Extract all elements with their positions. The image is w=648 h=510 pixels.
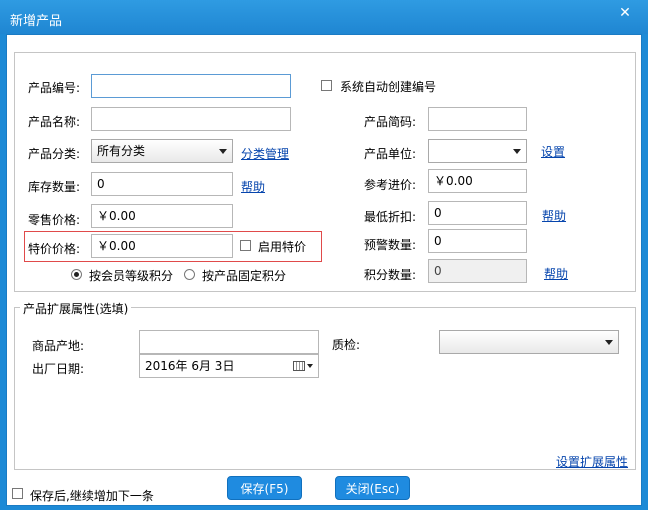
min-discount-label: 最低折扣:	[364, 210, 417, 224]
extended-group-title: 产品扩展属性(选填)	[20, 300, 132, 317]
special-enable-label: 启用特价	[258, 240, 307, 254]
chevron-down-icon[interactable]	[307, 364, 313, 368]
unit-settings-link[interactable]: 设置	[541, 143, 565, 160]
ref-price-input[interactable]: ￥0.00	[428, 169, 527, 193]
window-title: 新增产品	[10, 14, 63, 29]
qc-label: 质检:	[332, 338, 361, 352]
special-price-input[interactable]: ￥0.00	[91, 234, 233, 258]
stock-input[interactable]: 0	[91, 172, 233, 196]
retail-label: 零售价格:	[28, 213, 81, 227]
calendar-icon[interactable]	[293, 361, 305, 371]
name-label: 产品名称:	[28, 115, 81, 129]
special-enable-checkbox[interactable]	[240, 240, 251, 251]
radio-fixed-points[interactable]	[184, 269, 195, 280]
code-input[interactable]	[91, 74, 291, 98]
short-code-label: 产品简码:	[364, 115, 417, 129]
origin-input[interactable]	[139, 330, 319, 354]
qc-select[interactable]	[439, 330, 619, 354]
stock-help-link[interactable]: 帮助	[241, 178, 265, 195]
code-label: 产品编号:	[28, 81, 81, 95]
alert-qty-label: 预警数量:	[364, 238, 417, 252]
points-input[interactable]: 0	[428, 259, 527, 283]
category-label: 产品分类:	[28, 147, 81, 161]
title-bar: 新增产品 ✕	[0, 0, 648, 34]
category-manage-link[interactable]: 分类管理	[241, 145, 289, 162]
special-price-label: 特价价格:	[28, 242, 81, 256]
stock-label: 库存数量:	[28, 180, 81, 194]
origin-label: 商品产地:	[32, 339, 85, 353]
auto-code-label: 系统自动创建编号	[340, 80, 437, 94]
ref-price-label: 参考进价:	[364, 178, 417, 192]
chevron-down-icon	[605, 340, 613, 345]
name-input[interactable]	[91, 107, 291, 131]
chevron-down-icon	[513, 149, 521, 154]
auto-code-checkbox[interactable]	[321, 80, 332, 91]
chevron-down-icon	[219, 149, 227, 154]
date-picker[interactable]: 2016年 6月 3日	[139, 354, 319, 378]
date-label: 出厂日期:	[32, 362, 85, 376]
radio-member-points-label: 按会员等级积分	[89, 269, 174, 283]
dialog-body: 产品编号: 系统自动创建编号 产品名称: 产品简码: 产品分类: 所有分类 分类…	[6, 34, 642, 506]
radio-member-points[interactable]	[71, 269, 82, 280]
save-button[interactable]: 保存(F5)	[227, 476, 302, 500]
date-value: 2016年 6月 3日	[145, 359, 235, 373]
radio-fixed-points-label: 按产品固定积分	[202, 269, 287, 283]
close-icon[interactable]: ✕	[607, 2, 643, 24]
continue-label: 保存后,继续增加下一条	[30, 489, 154, 503]
close-button[interactable]: 关闭(Esc)	[335, 476, 410, 500]
short-code-input[interactable]	[428, 107, 527, 131]
category-select-value: 所有分类	[97, 144, 146, 158]
category-select[interactable]: 所有分类	[91, 139, 233, 163]
min-discount-input[interactable]: 0	[428, 201, 527, 225]
unit-select[interactable]	[428, 139, 527, 163]
unit-label: 产品单位:	[364, 147, 417, 161]
alert-qty-input[interactable]: 0	[428, 229, 527, 253]
points-label: 积分数量:	[364, 268, 417, 282]
continue-checkbox[interactable]	[12, 488, 23, 499]
min-discount-help-link[interactable]: 帮助	[542, 207, 566, 224]
points-help-link[interactable]: 帮助	[544, 265, 568, 282]
retail-input[interactable]: ￥0.00	[91, 204, 233, 228]
extended-settings-link[interactable]: 设置扩展属性	[556, 453, 628, 470]
